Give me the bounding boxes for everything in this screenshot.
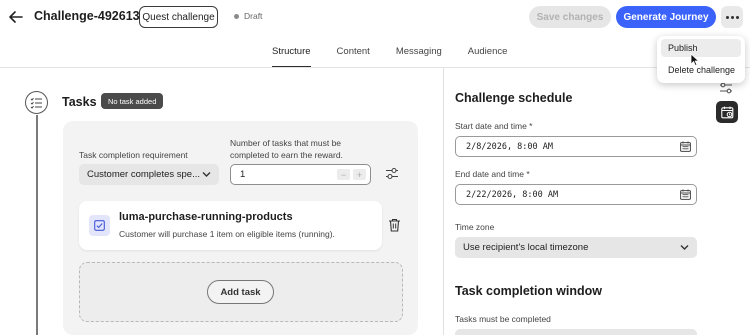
start-date-value: 2/8/2026, 8:00 AM xyxy=(466,141,553,152)
increment-button[interactable]: + xyxy=(353,169,366,180)
task-completion-window-heading: Task completion window xyxy=(455,284,603,298)
page-title: Challenge-4926134f xyxy=(34,9,151,23)
tab-structure[interactable]: Structure xyxy=(272,46,311,68)
time-zone-select[interactable]: Use recipient's local timezone xyxy=(455,237,697,258)
publish-menu-item[interactable]: Publish xyxy=(661,39,741,57)
status-label: Draft xyxy=(244,11,263,21)
time-zone-value: Use recipient's local timezone xyxy=(463,242,589,253)
start-date-field[interactable]: 2/8/2026, 8:00 AM xyxy=(455,136,697,157)
task-count-label: Number of tasks that must be completed t… xyxy=(230,138,343,160)
task-card[interactable]: luma-purchase-running-products Customer … xyxy=(79,201,382,250)
quest-challenge-button[interactable]: Quest challenge xyxy=(139,6,218,28)
panel-divider xyxy=(443,68,444,335)
generate-journey-button[interactable]: Generate Journey xyxy=(616,6,716,28)
chevron-down-icon xyxy=(680,245,689,250)
more-icon[interactable] xyxy=(721,6,743,28)
tab-audience[interactable]: Audience xyxy=(468,46,508,68)
add-task-button[interactable]: Add task xyxy=(207,280,274,304)
task-count-value: 1 xyxy=(240,169,246,180)
no-task-badge: No task added xyxy=(101,93,164,109)
settings-sliders-icon[interactable] xyxy=(719,82,733,94)
task-list-icon xyxy=(25,91,48,114)
task-card-subtitle: Customer will purchase 1 item on eligibl… xyxy=(119,229,335,239)
delete-challenge-menu-item[interactable]: Delete challenge xyxy=(661,61,741,79)
end-date-value: 2/22/2026, 8:00 AM xyxy=(466,189,559,200)
tab-messaging[interactable]: Messaging xyxy=(396,46,442,68)
completion-requirement-select[interactable]: Customer completes spe... xyxy=(79,164,219,185)
back-arrow-icon[interactable] xyxy=(6,7,26,27)
decrement-button[interactable]: − xyxy=(337,169,350,180)
calendar-icon[interactable] xyxy=(680,141,691,152)
task-card-title: luma-purchase-running-products xyxy=(119,211,293,223)
more-actions-menu: Publish Delete challenge xyxy=(657,36,745,83)
checkbox-icon xyxy=(89,215,110,236)
tasks-heading: Tasks xyxy=(62,95,97,109)
completion-requirement-label: Task completion requirement xyxy=(79,150,188,160)
start-date-label: Start date and time * xyxy=(455,121,533,131)
task-count-field[interactable]: 1 − + xyxy=(230,164,371,185)
chevron-down-icon xyxy=(202,172,211,177)
calendar-icon[interactable] xyxy=(680,189,691,200)
tab-bar: Structure Content Messaging Audience xyxy=(272,46,533,68)
cursor-icon xyxy=(690,53,700,67)
tasks-must-be-completed-label: Tasks must be completed xyxy=(455,314,551,324)
tasks-must-be-completed-field[interactable] xyxy=(455,329,697,335)
filter-sliders-icon[interactable] xyxy=(385,167,399,180)
end-date-field[interactable]: 2/22/2026, 8:00 AM xyxy=(455,184,697,205)
top-bar: Challenge-4926134f Quest challenge Draft… xyxy=(0,0,750,34)
save-changes-button[interactable]: Save changes xyxy=(529,6,611,28)
tab-content[interactable]: Content xyxy=(337,46,370,68)
challenge-schedule-heading: Challenge schedule xyxy=(455,91,573,105)
status-badge: Draft xyxy=(234,11,262,21)
end-date-label: End date and time * xyxy=(455,169,530,179)
time-zone-label: Time zone xyxy=(455,222,495,232)
status-dot-icon xyxy=(234,13,239,19)
completion-requirement-value: Customer completes spe... xyxy=(87,169,200,180)
tab-divider xyxy=(0,67,750,68)
timeline-line xyxy=(36,115,38,335)
trash-icon[interactable] xyxy=(388,218,401,232)
calendar-clock-icon[interactable] xyxy=(716,101,738,123)
